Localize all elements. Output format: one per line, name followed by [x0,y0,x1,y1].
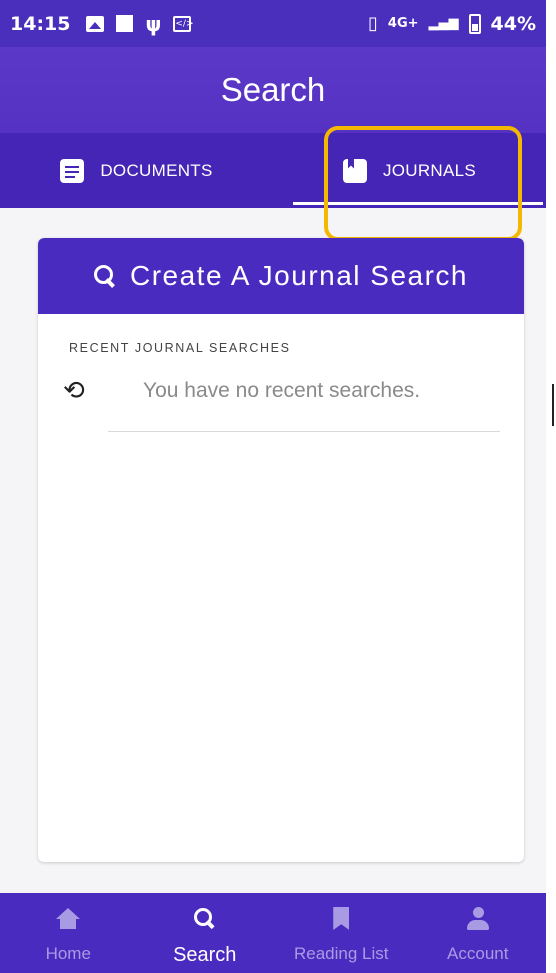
status-bar: 14:15 ψ </> ▯ 4G+ ▂▄▆ 44% [0,0,546,47]
nav-search[interactable]: Search [137,893,274,973]
recent-searches-heading: RECENT JOURNAL SEARCHES [69,341,291,355]
nav-reading-list[interactable]: Reading List [273,893,410,973]
battery-level: 44% [490,12,536,35]
edge-mark [552,384,554,426]
page-title: Search [220,71,326,108]
phone-screen: 14:15 ψ </> ▯ 4G+ ▂▄▆ 44% Search DOCUMEN… [0,0,546,973]
vibrate-icon: ▯ [368,13,378,34]
status-time: 14:15 [10,12,71,35]
bookmark-icon [327,907,355,935]
highlight-box [324,126,522,241]
network-type: 4G+ [387,16,419,31]
history-icon: ⟲ [63,376,85,406]
battery-icon [468,13,481,34]
search-card: Create A Journal Search RECENT JOURNAL S… [38,238,524,862]
recent-searches-empty-row: ⟲ You have no recent searches. [38,373,524,409]
create-journal-search-label: Create A Journal Search [129,260,468,291]
tab-documents[interactable]: DOCUMENTS [0,133,273,208]
app-bar: Search [0,47,546,133]
nav-home-label: Home [45,944,91,963]
search-icon [93,265,116,287]
right-edge-strip [546,0,556,973]
search-icon [191,907,219,935]
usb-icon: ψ [145,11,162,36]
nav-home[interactable]: Home [0,893,137,973]
create-journal-search-button[interactable]: Create A Journal Search [38,238,524,314]
gallery-icon [86,15,105,32]
code-icon: </> [173,15,194,32]
document-icon [60,158,85,183]
bottom-nav: Home Search Reading List Account [0,893,546,973]
nav-search-label: Search [173,944,237,966]
square-icon [116,15,134,32]
divider [108,431,500,432]
nav-account-label: Account [447,944,509,963]
home-icon [54,907,82,935]
signal-icon: ▂▄▆ [428,16,459,31]
tab-documents-label: DOCUMENTS [100,160,213,180]
nav-account[interactable]: Account [410,893,547,973]
status-right: ▯ 4G+ ▂▄▆ 44% [368,13,536,35]
empty-message: You have no recent searches. [143,379,421,402]
nav-reading-list-label: Reading List [293,944,389,963]
account-icon [464,907,492,935]
